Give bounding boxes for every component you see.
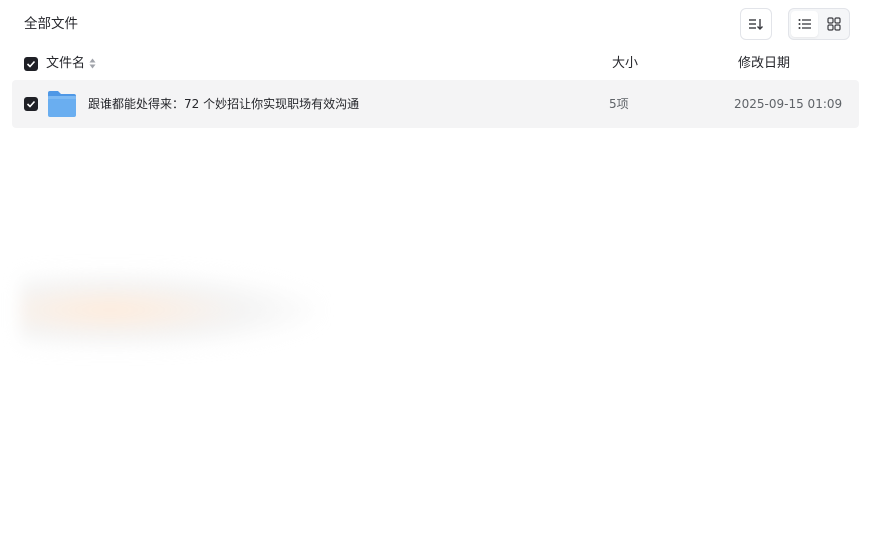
row-checkbox[interactable] [24,97,38,111]
sort-caret-icon[interactable] [89,58,96,69]
table-header: 文件名 大小 修改日期 [0,52,874,76]
list-view-button[interactable] [791,11,818,37]
check-icon [26,100,36,108]
sort-button[interactable] [740,8,772,40]
file-modified-date: 2025-09-15 01:09 [734,97,843,111]
file-name[interactable]: 跟谁都能处得来：72 个妙招让你实现职场有效沟通 [88,96,359,112]
grid-view-button[interactable] [820,11,847,37]
view-toggle [788,8,850,40]
check-icon [26,60,36,68]
select-all-checkbox[interactable] [24,57,38,71]
blurred-placeholder [20,270,320,350]
column-header-size: 大小 [612,56,639,71]
page-title: 全部文件 [24,16,78,32]
column-header-name[interactable]: 文件名 [46,55,85,73]
file-manager: 全部文件 文件名 大小 修改日期 跟谁都能处得来：72 个妙招让你实现职场有效沟… [0,0,874,538]
list-view-icon [798,19,811,29]
table-row[interactable]: 跟谁都能处得来：72 个妙招让你实现职场有效沟通 5项 2025-09-15 0… [12,80,859,128]
file-size: 5项 [609,97,629,111]
column-header-modified: 修改日期 [738,56,791,71]
grid-view-icon [826,17,841,31]
folder-icon [48,91,76,117]
sort-icon [749,19,763,30]
